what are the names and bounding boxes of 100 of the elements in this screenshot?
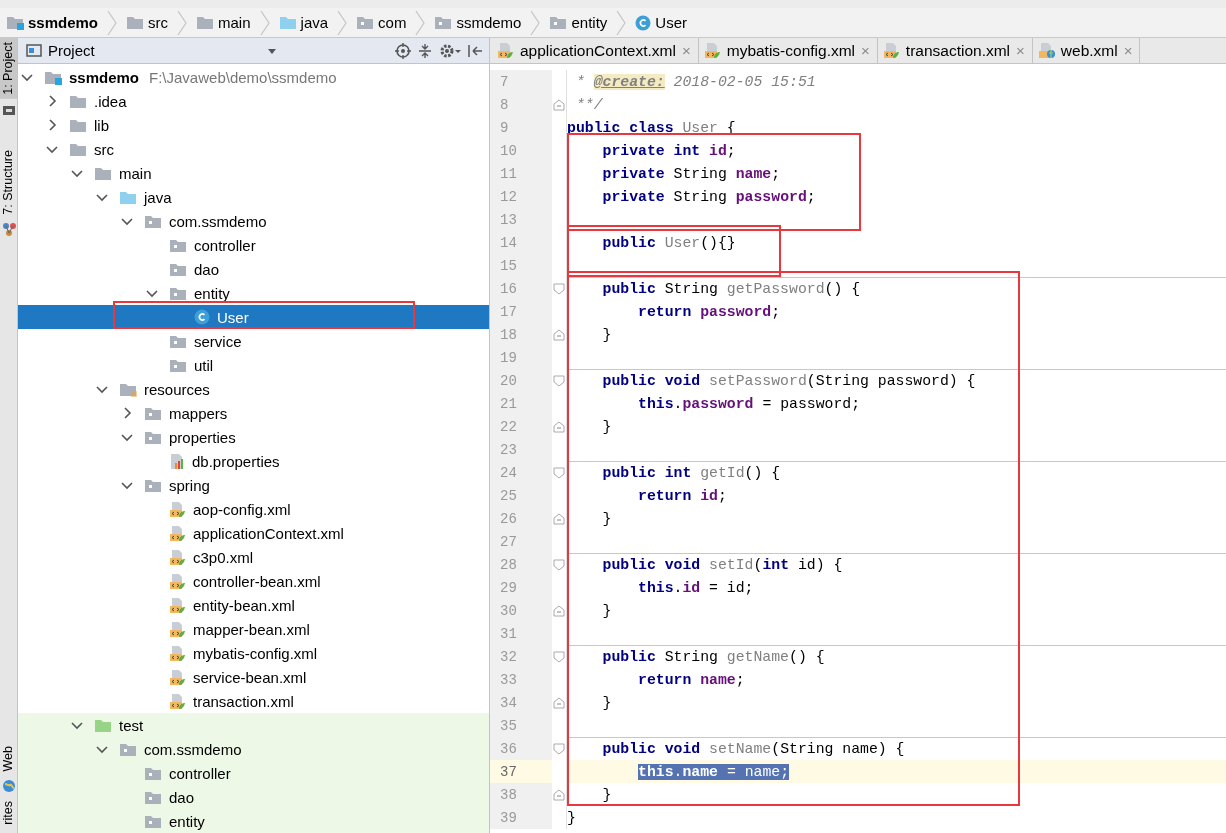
code-line: * @create: 2018-02-05 15:51	[574, 72, 817, 92]
fold-marker-icon[interactable]	[553, 466, 565, 479]
xml-file-icon	[169, 572, 186, 590]
tool-window-tab[interactable]: 7: Structure	[0, 145, 17, 219]
tree-item[interactable]: src	[18, 137, 489, 161]
tree-item[interactable]: dao	[18, 785, 489, 809]
fold-marker-icon[interactable]	[553, 788, 565, 801]
code-line: }	[567, 808, 577, 828]
fold-marker-icon[interactable]	[553, 742, 565, 755]
breadcrumb-item[interactable]: User	[655, 14, 687, 31]
editor-tab[interactable]: transaction.xml ×	[877, 38, 1033, 63]
fold-marker-icon[interactable]	[553, 374, 565, 387]
line-number: 15	[490, 254, 552, 277]
xml-file-icon	[703, 42, 721, 59]
tree-item[interactable]: dao	[18, 257, 489, 281]
resources-folder-icon	[119, 381, 137, 397]
tree-item[interactable]: aop-config.xml	[18, 497, 489, 521]
package-icon	[144, 405, 162, 421]
fold-marker-icon[interactable]	[553, 558, 565, 571]
package-icon	[144, 477, 162, 493]
editor-tab[interactable]: mybatis-config.xml ×	[698, 38, 878, 63]
line-number: 24	[490, 461, 552, 484]
line-number: 21	[490, 392, 552, 415]
package-icon	[144, 813, 162, 829]
xml-file-icon	[169, 620, 186, 638]
tree-item[interactable]: mybatis-config.xml	[18, 641, 489, 665]
globe-icon	[1, 779, 16, 794]
fold-marker-icon[interactable]	[553, 650, 565, 663]
tree-item[interactable]: java	[18, 185, 489, 209]
tree-item[interactable]: properties	[18, 425, 489, 449]
tool-window-tab[interactable]: rites	[0, 797, 17, 829]
fold-marker-icon[interactable]	[553, 696, 565, 709]
code-line: public User(){}	[601, 233, 737, 253]
line-number: 10	[490, 139, 552, 162]
tree-item[interactable]: controller-bean.xml	[18, 569, 489, 593]
xml-file-icon	[169, 692, 186, 710]
package-icon	[144, 213, 162, 229]
breadcrumb-item[interactable]: java	[300, 14, 329, 31]
tree-item[interactable]: lib	[18, 113, 489, 137]
tool-window-tab[interactable]: 1: Project	[0, 38, 17, 99]
line-number: 25	[490, 484, 552, 507]
tree-item[interactable]: db.properties	[18, 449, 489, 473]
editor-tab[interactable]: web.xml ×	[1032, 38, 1141, 63]
tree-item[interactable]: main	[18, 161, 489, 185]
breadcrumb-item[interactable]: main	[218, 14, 251, 31]
settings-icon[interactable]	[439, 42, 461, 59]
tree-item[interactable]: mapper-bean.xml	[18, 617, 489, 641]
tree-item[interactable]: applicationContext.xml	[18, 521, 489, 545]
line-number: 20	[490, 369, 552, 392]
properties-file-icon	[169, 452, 185, 470]
fold-marker-icon[interactable]	[553, 282, 565, 295]
tree-item[interactable]: com.ssmdemo	[18, 737, 489, 761]
fold-marker-icon[interactable]	[553, 98, 565, 111]
tree-item[interactable]: service-bean.xml	[18, 665, 489, 689]
line-number: 33	[490, 668, 552, 691]
collapse-all-icon[interactable]	[417, 42, 433, 59]
line-number: 36	[490, 737, 552, 760]
code-line: public void setPassword(String password) {	[567, 369, 1226, 392]
line-number: 11	[490, 162, 552, 185]
fold-marker-icon[interactable]	[553, 512, 565, 525]
editor-tab[interactable]: applicationContext.xml ×	[492, 38, 699, 63]
tree-item[interactable]: entity	[18, 281, 489, 305]
tool-window-tab[interactable]: Web	[0, 741, 17, 776]
tree-item[interactable]: entity-bean.xml	[18, 593, 489, 617]
tree-item[interactable]: resources	[18, 377, 489, 401]
module-folder-icon	[6, 15, 24, 30]
fold-marker-icon[interactable]	[553, 328, 565, 341]
tree-item[interactable]: .idea	[18, 89, 489, 113]
breadcrumb-item[interactable]: ssmdemo	[28, 14, 99, 31]
tree-item[interactable]: c3p0.xml	[18, 545, 489, 569]
code-line: public int getId() {	[567, 461, 1226, 484]
tree-item[interactable]: controller	[18, 761, 489, 785]
tree-item[interactable]: entity	[18, 809, 489, 833]
tree-item[interactable]: ssmdemo F:\Javaweb\demo\ssmdemo	[18, 65, 489, 89]
breadcrumb-item[interactable]: src	[148, 14, 169, 31]
tree-item[interactable]: spring	[18, 473, 489, 497]
fold-marker-icon[interactable]	[553, 420, 565, 433]
breadcrumb-item[interactable]: com	[378, 14, 407, 31]
hide-panel-icon[interactable]	[467, 42, 483, 59]
tree-item[interactable]: mappers	[18, 401, 489, 425]
code-line: public String getPassword() {	[567, 277, 1226, 300]
structure-icon	[1, 222, 16, 237]
code-line: private int id;	[601, 141, 737, 161]
tree-item[interactable]: transaction.xml	[18, 689, 489, 713]
tree-item[interactable]: controller	[18, 233, 489, 257]
fold-marker-icon[interactable]	[553, 604, 565, 617]
code-line: private String name;	[601, 164, 782, 184]
breadcrumb-item[interactable]: entity	[571, 14, 608, 31]
code-line: }	[601, 785, 613, 805]
breadcrumb-item[interactable]: ssmdemo	[456, 14, 522, 31]
tree-item[interactable]: util	[18, 353, 489, 377]
line-number: 8	[490, 93, 552, 116]
line-number: 9	[490, 116, 552, 139]
tree-item[interactable]: test	[18, 713, 489, 737]
line-number: 35	[490, 714, 552, 737]
locate-icon[interactable]	[395, 42, 411, 59]
tree-item[interactable]: service	[18, 329, 489, 353]
xml-file-icon	[1037, 42, 1055, 59]
tree-item[interactable]: com.ssmdemo	[18, 209, 489, 233]
dropdown-caret-icon[interactable]	[266, 46, 277, 55]
